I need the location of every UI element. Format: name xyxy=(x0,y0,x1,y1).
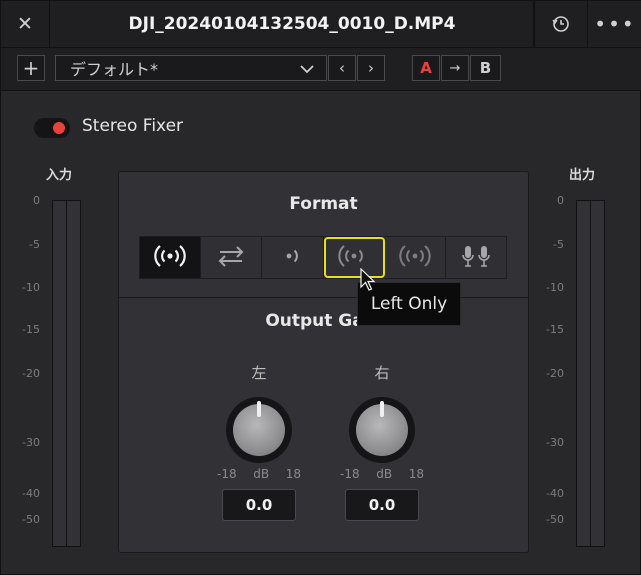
more-horizontal-icon[interactable]: ••• xyxy=(587,1,641,47)
output-scale-tick: -30 xyxy=(546,436,564,449)
right-gain-min: -18 xyxy=(340,467,360,481)
output-scale-tick: -50 xyxy=(546,513,564,526)
output-scale-tick: -5 xyxy=(553,238,564,251)
plugin-enable-toggle[interactable] xyxy=(34,118,70,138)
preset-bar: + デフォルト* ‹ › A → B xyxy=(1,48,641,91)
swap-icon xyxy=(213,242,249,274)
compare-b-button[interactable]: B xyxy=(470,55,501,81)
input-meter-label: 入力 xyxy=(46,168,73,183)
output-meter-label: 出力 xyxy=(569,168,596,183)
close-icon[interactable]: ✕ xyxy=(1,1,49,47)
left-gain-control: 左 -18 dB 18 0.0 xyxy=(199,362,319,521)
left-gain-range: -18 dB 18 xyxy=(217,467,301,481)
right-gain-control: 右 -18 dB 18 0.0 xyxy=(322,362,442,521)
copy-a-to-b-button[interactable]: → xyxy=(441,55,469,81)
input-scale-tick: 0 xyxy=(33,194,40,207)
plugin-window: ✕ DJI_20240104132504_0010_D.MP4 ••• + デフ… xyxy=(0,0,641,575)
output-gain-title: Output Gain xyxy=(265,311,382,331)
input-scale-tick: -40 xyxy=(22,487,40,500)
right-gain-knob-indicator xyxy=(380,401,384,417)
left-gain-min: -18 xyxy=(217,467,237,481)
format-stereo-button[interactable] xyxy=(140,237,202,278)
output-scale-tick: -10 xyxy=(546,281,564,294)
input-scale-tick: -10 xyxy=(22,281,40,294)
preset-name: デフォルト* xyxy=(70,60,159,79)
output-meter-right-channel xyxy=(591,201,604,546)
right-gain-range: -18 dB 18 xyxy=(340,467,424,481)
mono-icon xyxy=(397,242,433,274)
left-gain-max: 18 xyxy=(285,467,301,481)
input-meter-left-channel xyxy=(53,201,67,546)
format-selector xyxy=(139,236,507,279)
format-mono-button[interactable] xyxy=(384,237,446,278)
input-level-meter xyxy=(52,200,81,547)
output-scale-tick: 0 xyxy=(557,194,564,207)
format-swap-button[interactable] xyxy=(201,237,263,278)
previous-preset-button[interactable]: ‹ xyxy=(328,55,356,81)
output-scale-tick: -40 xyxy=(546,487,564,500)
right-gain-value-field[interactable]: 0.0 xyxy=(345,489,419,521)
format-dual-mono-button[interactable] xyxy=(445,237,507,278)
format-right-only-button[interactable] xyxy=(262,237,324,278)
output-level-meter xyxy=(576,200,605,547)
left-gain-value-field[interactable]: 0.0 xyxy=(222,489,296,521)
right-gain-unit: dB xyxy=(376,467,393,481)
compare-a-button[interactable]: A xyxy=(412,55,440,81)
input-scale-tick: -20 xyxy=(22,367,40,380)
history-icon[interactable] xyxy=(533,1,588,47)
left-gain-knob-indicator xyxy=(257,401,261,417)
left-gain-knob[interactable] xyxy=(226,397,292,463)
plugin-name: Stereo Fixer xyxy=(82,116,184,136)
chevron-down-icon xyxy=(300,59,314,78)
left-gain-unit: dB xyxy=(253,467,270,481)
format-title: Format xyxy=(289,194,358,214)
right-gain-max: 18 xyxy=(408,467,424,481)
input-scale-tick: -30 xyxy=(22,436,40,449)
output-meter-left-channel xyxy=(577,201,591,546)
input-scale-tick: -5 xyxy=(29,238,40,251)
input-meter-right-channel xyxy=(67,201,80,546)
right-gain-label: 右 xyxy=(374,364,390,382)
add-preset-button[interactable]: + xyxy=(17,55,45,81)
controls-panel: Format Output Gain 左 -18 dB 18 0.0 右 -18… xyxy=(118,171,529,553)
left-gain-label: 左 xyxy=(251,364,267,382)
title-bar: ✕ DJI_20240104132504_0010_D.MP4 ••• xyxy=(1,1,641,48)
right-gain-knob[interactable] xyxy=(349,397,415,463)
stereo-icon xyxy=(152,242,188,274)
output-scale-tick: -15 xyxy=(546,323,564,336)
mouse-cursor-icon xyxy=(360,268,376,291)
input-scale-tick: -15 xyxy=(22,323,40,336)
window-title: DJI_20240104132504_0010_D.MP4 xyxy=(49,1,535,47)
enabled-indicator xyxy=(53,122,65,134)
dual-mic-icon xyxy=(458,242,494,274)
section-divider xyxy=(119,297,528,298)
next-preset-button[interactable]: › xyxy=(357,55,385,81)
input-scale-tick: -50 xyxy=(22,513,40,526)
output-scale-tick: -20 xyxy=(546,367,564,380)
right-only-icon xyxy=(274,242,310,274)
preset-dropdown[interactable]: デフォルト* xyxy=(55,55,327,81)
